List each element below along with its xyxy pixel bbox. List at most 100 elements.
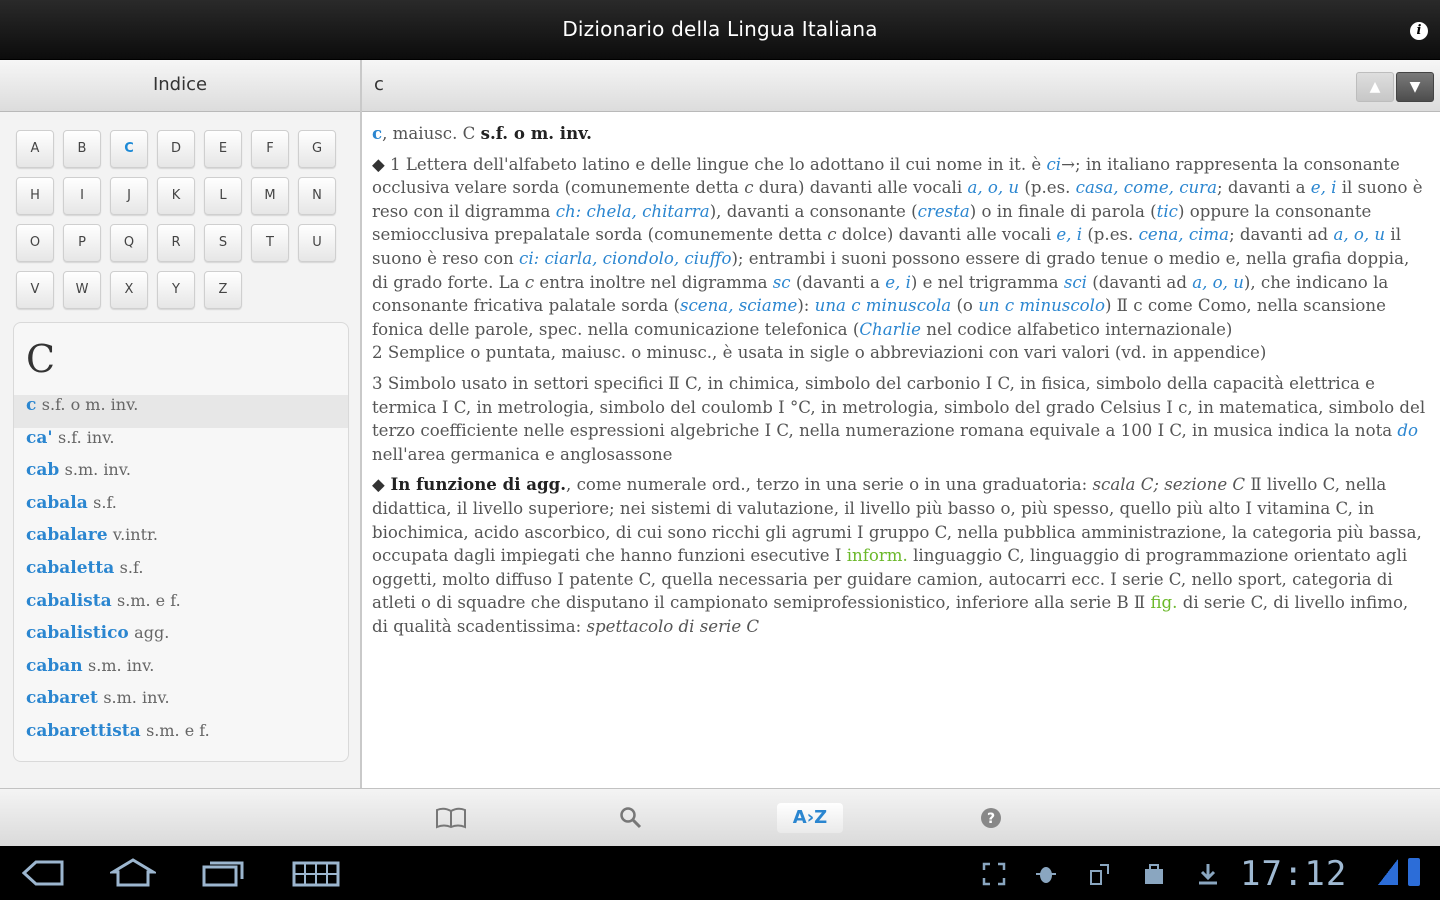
word-pos: s.m. inv.	[88, 655, 155, 675]
bottom-toolbar: A›Z ?	[0, 788, 1440, 846]
word-headword: cabalistico	[26, 623, 129, 644]
current-letter-heading: C	[26, 337, 56, 381]
letter-button-j[interactable]: J	[110, 177, 148, 215]
word-pos: s.f. inv.	[57, 427, 115, 447]
list-item[interactable]: cabaletta s.f.	[14, 558, 348, 591]
word-pos: v.intr.	[112, 525, 158, 545]
word-pos: s.m. e f.	[117, 590, 181, 610]
letter-button-y[interactable]: Y	[157, 271, 195, 309]
rotation-icon	[1088, 862, 1112, 891]
signal-icon	[1378, 859, 1398, 885]
letter-button-r[interactable]: R	[157, 224, 195, 262]
word-headword: cabalare	[26, 525, 108, 546]
search-term: c	[374, 74, 384, 95]
letter-button-t[interactable]: T	[251, 224, 289, 262]
letter-button-k[interactable]: K	[157, 177, 195, 215]
word-pos: s.m. inv.	[64, 460, 131, 480]
word-headword: cabaletta	[26, 557, 115, 578]
next-entry-button[interactable]: ▼	[1396, 72, 1434, 102]
shop-bag-icon	[1142, 862, 1166, 891]
entry-panel: c ▲ ▼ c, maiusc. C s.f. o m. inv. ◆ 1 Le…	[362, 60, 1440, 788]
list-item[interactable]: ca' s.f. inv.	[14, 428, 348, 461]
az-index-tab[interactable]: A›Z	[777, 803, 843, 833]
recent-apps-icon[interactable]	[200, 858, 246, 895]
book-icon[interactable]	[434, 805, 468, 835]
label-inform: inform.	[846, 546, 908, 566]
list-item[interactable]: caban s.m. inv.	[14, 656, 348, 689]
word-pos: s.f.	[119, 557, 144, 577]
word-headword: cab	[26, 460, 60, 481]
entry-sense-1: ◆ 1 Lettera dell'alfabeto latino e delle…	[372, 154, 1423, 339]
letter-button-z[interactable]: Z	[204, 271, 242, 309]
debug-icon	[1034, 862, 1058, 891]
entry-header: c ▲ ▼	[362, 60, 1440, 112]
letter-button-u[interactable]: U	[298, 224, 336, 262]
letter-button-h[interactable]: H	[16, 177, 54, 215]
letter-button-i[interactable]: I	[63, 177, 101, 215]
entry-headword[interactable]: c	[372, 123, 382, 143]
list-item[interactable]: cabalare v.intr.	[14, 525, 348, 558]
word-pos: agg.	[134, 623, 170, 643]
word-headword: ca'	[26, 427, 53, 448]
letter-button-v[interactable]: V	[16, 271, 54, 309]
word-list-box: C c s.f. o m. inv. ca' s.f. inv. cab s.m. …	[13, 322, 349, 762]
home-icon[interactable]	[107, 858, 159, 895]
word-pos: s.f.	[93, 492, 117, 512]
letter-button-b[interactable]: B	[63, 130, 101, 168]
title-bar: Dizionario della Lingua Italiana i	[0, 0, 1440, 60]
word-pos: s.f. o m. inv.	[41, 395, 139, 414]
help-icon[interactable]: ?	[976, 805, 1006, 835]
entry-nav: ▲ ▼	[1356, 72, 1434, 102]
list-item[interactable]: c s.f. o m. inv.	[14, 395, 348, 428]
letter-button-o[interactable]: O	[16, 224, 54, 262]
entry-sense-2: 2 Semplice o puntata, maiusc. o minusc.,…	[372, 343, 1267, 363]
screenshot-icon	[982, 862, 1006, 891]
letter-button-d[interactable]: D	[157, 130, 195, 168]
keyboard-icon[interactable]	[292, 858, 340, 895]
letter-button-c[interactable]: C	[110, 130, 148, 168]
word-headword: cabaret	[26, 688, 98, 709]
list-item[interactable]: cabala s.f.	[14, 493, 348, 526]
letter-button-q[interactable]: Q	[110, 224, 148, 262]
search-icon[interactable]	[616, 805, 646, 835]
link-ci[interactable]: ci	[1046, 155, 1061, 174]
letter-button-w[interactable]: W	[63, 271, 101, 309]
letter-button-n[interactable]: N	[298, 177, 336, 215]
clock[interactable]: 17:12	[1240, 854, 1347, 894]
list-item[interactable]: cabaret s.m. inv.	[14, 688, 348, 721]
entry-sense-adj: ◆ In funzione di agg., come numerale ord…	[372, 474, 1422, 636]
entry-sense-3: 3 Simbolo usato in settori specifici Ⅱ C…	[372, 373, 1426, 464]
entry-headline: c, maiusc. C s.f. o m. inv.	[372, 123, 592, 143]
back-icon[interactable]	[21, 858, 66, 895]
word-headword: cabalista	[26, 590, 112, 611]
list-item[interactable]: cabarettista s.m. e f.	[14, 721, 348, 754]
info-icon[interactable]: i	[1410, 22, 1428, 40]
word-list: c s.f. o m. inv. ca' s.f. inv. cab s.m. in…	[14, 395, 348, 754]
letter-button-s[interactable]: S	[204, 224, 242, 262]
word-pos: s.m. inv.	[103, 688, 170, 708]
letter-button-m[interactable]: M	[251, 177, 289, 215]
list-item[interactable]: cabalista s.m. e f.	[14, 591, 348, 624]
letter-button-g[interactable]: G	[298, 130, 336, 168]
list-item[interactable]: cab s.m. inv.	[14, 460, 348, 493]
label-fig: fig.	[1150, 593, 1178, 613]
word-headword: caban	[26, 655, 83, 676]
system-bar: 17:12	[0, 846, 1440, 900]
letter-button-l[interactable]: L	[204, 177, 242, 215]
letter-button-e[interactable]: E	[204, 130, 242, 168]
entry-text: c, maiusc. C s.f. o m. inv. ◆ 1 Lettera …	[372, 122, 1428, 645]
letter-button-p[interactable]: P	[63, 224, 101, 262]
previous-entry-button[interactable]: ▲	[1356, 72, 1394, 102]
list-item[interactable]: cabalistico agg.	[14, 623, 348, 656]
svg-text:?: ?	[987, 811, 995, 827]
battery-icon	[1408, 858, 1420, 886]
word-headword: cabarettista	[26, 720, 141, 741]
index-panel: Indice ABCDEFGHIJKLMNOPQRSTUVWXYZ C c s.…	[0, 60, 362, 788]
download-icon	[1196, 862, 1220, 891]
index-header: Indice	[0, 60, 360, 112]
letter-button-f[interactable]: F	[251, 130, 289, 168]
letter-button-a[interactable]: A	[16, 130, 54, 168]
word-headword: cabala	[26, 492, 88, 513]
alphabet-grid: ABCDEFG HIJKLMN OPQRSTU VWXYZ	[16, 130, 346, 309]
letter-button-x[interactable]: X	[110, 271, 148, 309]
